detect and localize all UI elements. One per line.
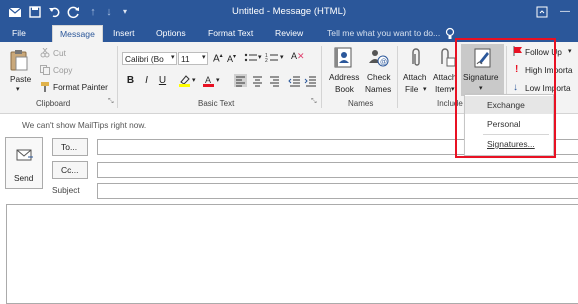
title-bar: ↑ ↓ ▾ Untitled - Message (HTML) — [0, 0, 578, 25]
paste-dropdown-icon[interactable]: ▾ [16, 85, 20, 93]
attach-item-icon[interactable] [435, 46, 457, 68]
low-importance-icon: ↓ [513, 82, 518, 93]
clear-formatting-icon[interactable]: A✕ [291, 51, 305, 62]
paste-label[interactable]: Paste [10, 74, 31, 84]
font-name-combo[interactable]: Calibri (Bo [122, 52, 177, 65]
low-importance-button[interactable]: Low Importa [525, 83, 571, 93]
cut-button[interactable]: Cut [53, 48, 66, 58]
divider [117, 46, 118, 108]
underline-icon[interactable]: U [156, 74, 169, 87]
clipboard-launcher-icon[interactable]: ⤡ [108, 98, 114, 106]
tab-file[interactable]: File [12, 25, 26, 42]
decrease-indent-icon[interactable] [288, 74, 301, 87]
bold-icon[interactable]: B [124, 74, 137, 87]
subject-field[interactable] [97, 183, 578, 199]
send-button[interactable]: Send [5, 137, 43, 189]
signature-menu: Exchange Personal Signatures... [464, 94, 554, 156]
attach-item-label-2[interactable]: Item [435, 84, 451, 94]
cc-button[interactable]: Cc... [52, 161, 88, 179]
signature-icon [472, 46, 494, 68]
high-importance-button[interactable]: High Importa [525, 65, 573, 75]
increase-indent-icon[interactable] [304, 74, 317, 87]
align-center-icon[interactable] [251, 74, 264, 87]
font-color-dropdown-icon[interactable]: ▾ [216, 76, 220, 84]
send-label: Send [14, 173, 34, 183]
follow-up-dropdown-icon[interactable]: ▾ [568, 47, 572, 55]
include-group-label: Include [437, 99, 463, 108]
highlight-icon[interactable] [178, 74, 191, 87]
svg-text:A: A [205, 75, 211, 85]
window-title: Untitled - Message (HTML) [231, 6, 347, 17]
copy-button[interactable]: Copy [53, 65, 72, 75]
bullets-dropdown-icon[interactable]: ▾ [258, 53, 262, 61]
signature-menu-item-signatures[interactable]: Signatures... [465, 135, 553, 153]
tab-insert[interactable]: Insert [113, 25, 135, 42]
numbering-dropdown-icon[interactable]: ▾ [280, 53, 284, 61]
minimize-icon[interactable]: — [558, 5, 572, 19]
paperclip-icon[interactable] [405, 46, 427, 68]
svg-text:@: @ [380, 59, 387, 66]
basic-text-group-label: Basic Text [198, 99, 235, 108]
tell-me-box[interactable]: Tell me what you want to do... [327, 25, 440, 42]
ribbon-options-icon[interactable] [535, 5, 549, 19]
font-dropdown-icon[interactable]: ▾ [171, 53, 175, 61]
address-book-label-2[interactable]: Book [335, 84, 354, 94]
check-names-label-1[interactable]: Check [367, 72, 391, 82]
divider [321, 46, 322, 108]
check-names-icon[interactable]: @ [368, 46, 390, 68]
basic-text-launcher-icon[interactable]: ⤡ [311, 98, 317, 106]
svg-text:2: 2 [265, 58, 268, 64]
message-body[interactable] [6, 204, 578, 304]
format-painter-icon [40, 82, 50, 94]
cut-icon [40, 47, 50, 60]
to-button[interactable]: To... [52, 138, 88, 156]
align-left-icon[interactable] [234, 74, 247, 87]
italic-icon[interactable]: I [140, 74, 153, 87]
tab-format-text[interactable]: Format Text [208, 25, 253, 42]
copy-icon [40, 65, 50, 77]
numbering-icon[interactable]: 12 [265, 52, 279, 66]
lightbulb-icon [444, 25, 456, 42]
flag-icon [513, 46, 523, 58]
paste-icon[interactable] [8, 48, 30, 71]
attach-file-dropdown-icon[interactable]: ▾ [423, 85, 427, 93]
tab-options[interactable]: Options [156, 25, 186, 42]
attach-item-dropdown-icon[interactable]: ▾ [451, 85, 455, 93]
bullets-icon[interactable] [244, 52, 258, 66]
align-right-icon[interactable] [268, 74, 281, 87]
tab-message[interactable]: Message [52, 25, 103, 43]
divider [397, 46, 398, 108]
signature-menu-item-exchange[interactable]: Exchange [465, 96, 553, 114]
high-importance-icon: ! [515, 64, 519, 75]
highlight-dropdown-icon[interactable]: ▾ [192, 76, 196, 84]
follow-up-button[interactable]: Follow Up [525, 47, 562, 57]
check-names-label-2[interactable]: Names [365, 84, 391, 94]
ribbon-tabs: File Message Insert Options Format Text … [0, 25, 578, 43]
font-color-icon[interactable]: A [202, 74, 215, 87]
attach-file-label-2[interactable]: File [405, 84, 418, 94]
size-dropdown-icon[interactable]: ▾ [202, 53, 206, 61]
grow-font-icon[interactable]: A▴ [213, 52, 223, 64]
subject-label: Subject [52, 185, 80, 195]
send-icon [16, 149, 34, 165]
clipboard-group-label: Clipboard [36, 99, 71, 108]
cc-field[interactable] [97, 162, 578, 178]
address-book-label-1[interactable]: Address [329, 72, 359, 82]
mailtips-text: We can't show MailTips right now. [22, 120, 147, 130]
tab-review[interactable]: Review [275, 25, 303, 42]
names-group-label: Names [348, 99, 374, 108]
attach-file-label-1[interactable]: Attach [403, 72, 427, 82]
address-book-icon[interactable] [332, 46, 354, 68]
shrink-font-icon[interactable]: A▾ [227, 53, 236, 64]
attach-item-label-1[interactable]: Attach [433, 72, 457, 82]
signature-menu-item-personal[interactable]: Personal [465, 115, 553, 133]
format-painter-button[interactable]: Format Painter [53, 82, 108, 92]
signature-dropdown-icon: ▾ [479, 85, 483, 92]
signature-label: Signature [463, 72, 499, 82]
